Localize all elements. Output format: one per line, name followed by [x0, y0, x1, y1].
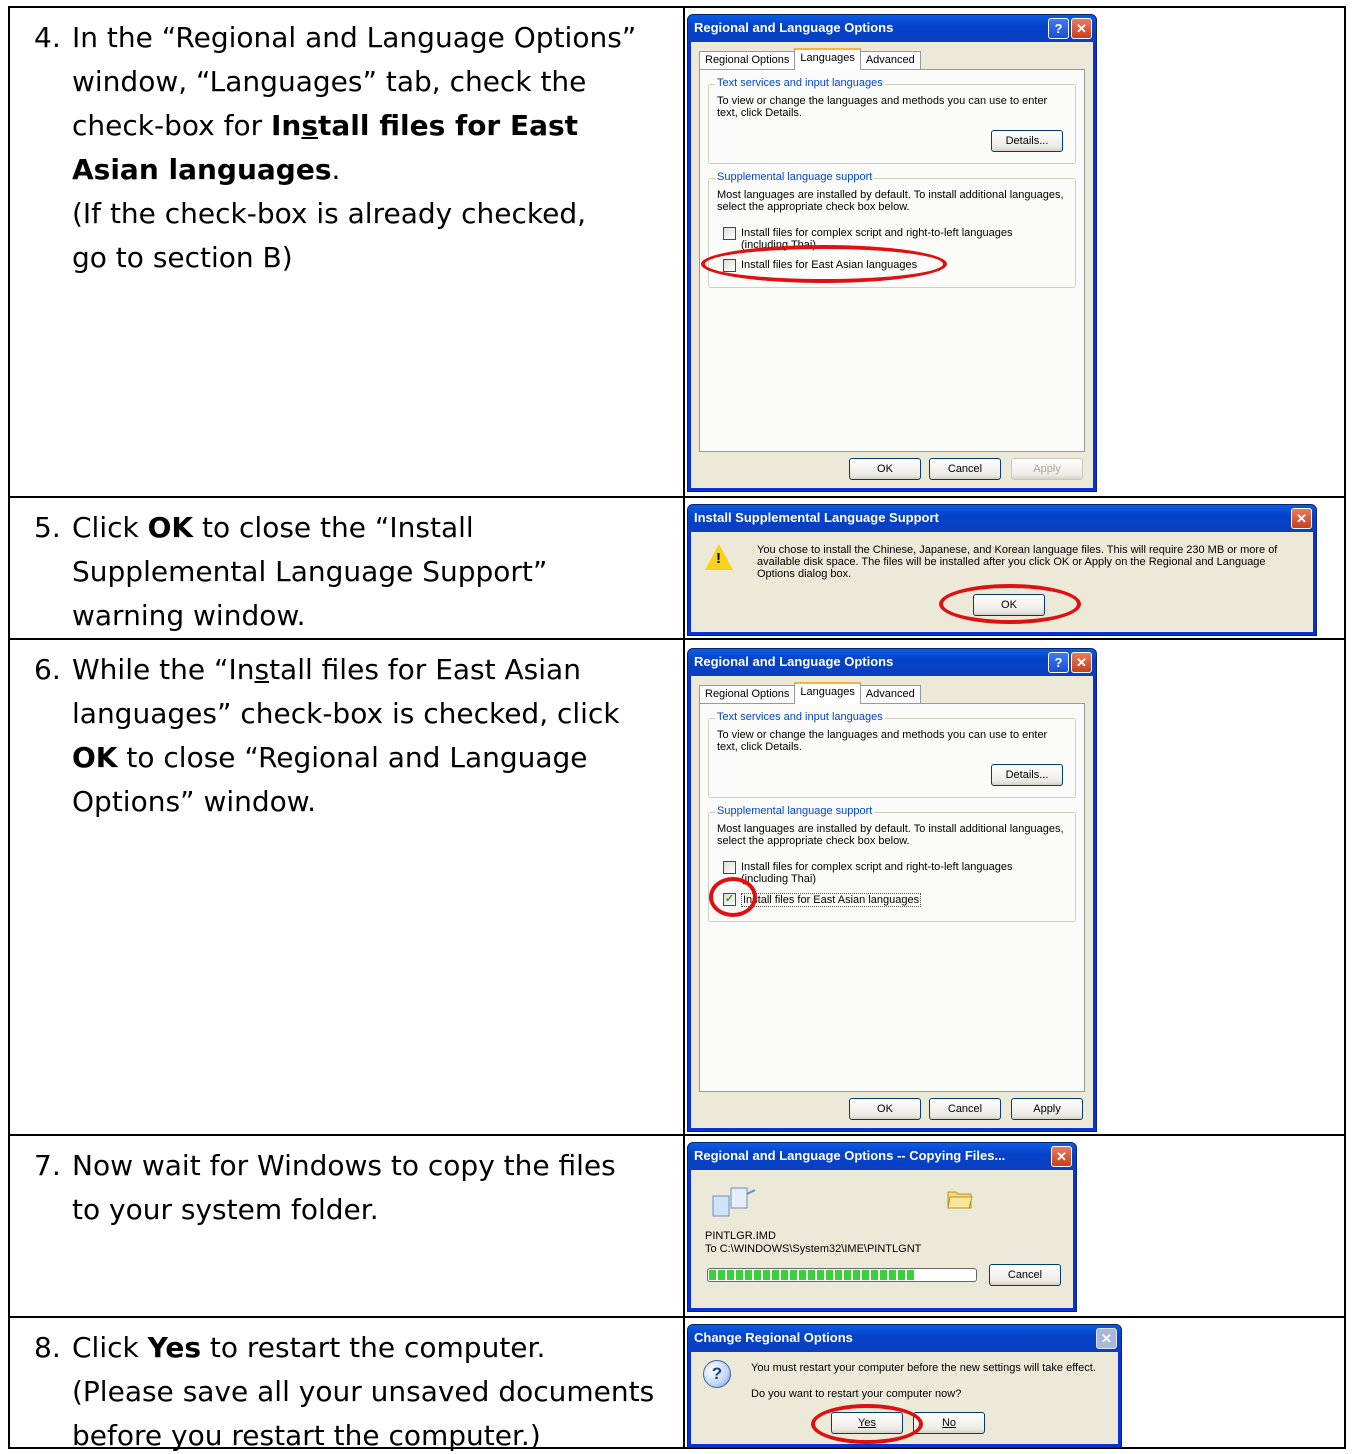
change-regional-options-dialog: Change Regional Options ✕ ? You must res… [687, 1324, 1122, 1448]
warning-icon: ! [705, 544, 733, 570]
group-text: To view or change the languages and meth… [717, 95, 1048, 119]
step-row-5: 5. Click OK to close the “Install Supplem… [10, 496, 1344, 638]
highlight-ring [811, 1404, 923, 1444]
copying-files-dialog: Regional and Language Options -- Copying… [687, 1142, 1077, 1312]
tab-languages[interactable]: Languages [794, 682, 861, 704]
tab-panel: Text services and input languages To vie… [699, 69, 1085, 452]
no-button[interactable]: No [913, 1412, 985, 1434]
question-icon: ? [703, 1360, 731, 1388]
dialog-title: Install Supplemental Language Support [694, 510, 939, 525]
complex-script-label: Install files for complex script and rig… [741, 861, 1013, 885]
regional-options-dialog-checked: Regional and Language Options ? ✕ Regiona… [687, 648, 1097, 1132]
step-line: window, “Languages” tab, check the [72, 65, 587, 98]
warning-message: You chose to install the Chinese, Japane… [757, 544, 1278, 580]
close-icon[interactable]: ✕ [1071, 652, 1092, 673]
dialog-titlebar: Regional and Language Options ? ✕ [688, 649, 1096, 676]
step-number: 4. [34, 21, 61, 54]
progress-fill [709, 1270, 917, 1280]
group-label: Supplemental language support [715, 171, 875, 183]
dialog-titlebar: Regional and Language Options ? ✕ [688, 15, 1096, 42]
current-file: PINTLGR.IMD [705, 1230, 776, 1242]
step-row-8: 8. Click Yes to restart the computer. (Pl… [10, 1316, 1344, 1452]
ok-button[interactable]: OK [849, 1098, 921, 1120]
complex-script-checkbox[interactable] [723, 227, 736, 240]
step-row-6: 6. While the “Install files for East Asia… [10, 638, 1344, 1134]
instructions-table: 4. In the “Regional and Language Options”… [8, 6, 1346, 1452]
step-6-text: 6. While the “Install files for East Asia… [34, 653, 620, 818]
flying-files-icon [712, 1187, 756, 1217]
group-text: Most languages are installed by default.… [717, 823, 1064, 847]
dialog-titlebar: Change Regional Options ✕ [688, 1325, 1121, 1352]
highlight-ring [701, 245, 947, 283]
step-4-text: 4. In the “Regional and Language Options”… [34, 16, 674, 280]
restart-message: You must restart your computer before th… [751, 1362, 1096, 1374]
step-line: In the “Regional and Language Options” [72, 21, 637, 54]
east-asian-label: Install files for East Asian languages [741, 893, 922, 907]
close-icon[interactable]: ✕ [1096, 1328, 1117, 1349]
install-support-dialog: Install Supplemental Language Support ✕ … [687, 504, 1317, 636]
highlight-ring [709, 877, 757, 917]
step-8-text: 8. Click Yes to restart the computer. (Pl… [34, 1331, 655, 1452]
close-icon[interactable]: ✕ [1071, 18, 1092, 39]
step-5-text: 5. Click OK to close the “Install Supplem… [34, 511, 548, 632]
regional-options-dialog: Regional and Language Options ? ✕ Regiona… [687, 14, 1097, 492]
supplemental-group: Supplemental language support Most langu… [708, 805, 1076, 922]
step-row-4: 4. In the “Regional and Language Options”… [10, 8, 1344, 496]
supplemental-group: Supplemental language support Most langu… [701, 171, 1076, 288]
step-bold: Install files for East [271, 109, 579, 142]
step-line: check-box for [72, 109, 263, 142]
close-icon[interactable]: ✕ [1291, 508, 1312, 529]
text-services-group: Text services and input languages To vie… [708, 711, 1076, 798]
apply-button[interactable]: Apply [1011, 458, 1083, 480]
cancel-button[interactable]: Cancel [929, 458, 1001, 480]
help-icon[interactable]: ? [1048, 652, 1069, 673]
dialog-titlebar: Regional and Language Options -- Copying… [688, 1143, 1076, 1170]
destination-path: To C:\WINDOWS\System32\IME\PINTLGNT [705, 1243, 922, 1255]
close-icon[interactable]: ✕ [1051, 1146, 1072, 1167]
tab-advanced[interactable]: Advanced [859, 51, 921, 70]
dialog-titlebar: Install Supplemental Language Support ✕ [688, 505, 1316, 532]
details-button[interactable]: Details... [991, 130, 1063, 152]
restart-question: Do you want to restart your computer now… [751, 1388, 962, 1400]
step-row-7: 7. Now wait for Windows to copy the files… [10, 1134, 1344, 1316]
group-label: Text services and input languages [715, 77, 885, 89]
dialog-title: Change Regional Options [694, 1330, 853, 1345]
cancel-button[interactable]: Cancel [989, 1264, 1061, 1286]
apply-button[interactable]: Apply [1011, 1098, 1083, 1120]
tab-languages[interactable]: Languages [794, 48, 861, 70]
tab-regional-options[interactable]: Regional Options [699, 51, 796, 70]
cancel-button[interactable]: Cancel [929, 1098, 1001, 1120]
text-services-group: Text services and input languages To vie… [708, 77, 1076, 164]
step-bold: Asian languages [72, 153, 332, 186]
dialog-title: Regional and Language Options -- Copying… [694, 1148, 1006, 1163]
group-text: Most languages are installed by default.… [717, 189, 1064, 213]
tab-regional-options[interactable]: Regional Options [699, 685, 796, 704]
details-button[interactable]: Details... [991, 764, 1063, 786]
ok-button[interactable]: OK [849, 458, 921, 480]
step-line: go to section B) [72, 241, 293, 274]
help-icon[interactable]: ? [1048, 18, 1069, 39]
step-7-text: 7. Now wait for Windows to copy the files… [34, 1149, 616, 1226]
group-text: To view or change the languages and meth… [717, 729, 1048, 753]
folder-icon [947, 1191, 973, 1209]
group-label: Supplemental language support [715, 805, 875, 817]
tab-advanced[interactable]: Advanced [859, 685, 921, 704]
complex-script-checkbox[interactable] [723, 861, 736, 874]
group-label: Text services and input languages [715, 711, 885, 723]
step-line: (If the check-box is already checked, [72, 197, 586, 230]
highlight-ring [939, 584, 1081, 624]
dialog-title: Regional and Language Options [694, 20, 894, 35]
copy-progress-bar [707, 1268, 977, 1282]
tab-panel: Text services and input languages To vie… [699, 703, 1085, 1092]
dialog-title: Regional and Language Options [694, 654, 894, 669]
